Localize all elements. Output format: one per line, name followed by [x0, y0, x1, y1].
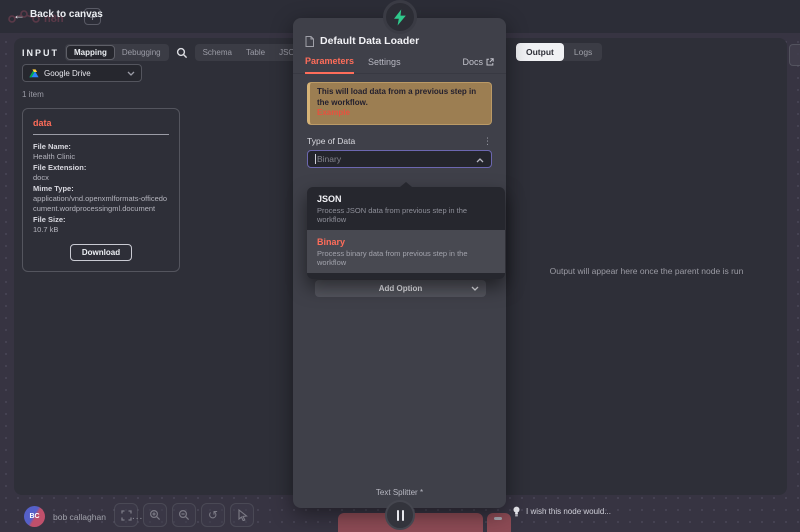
option-name: JSON: [317, 194, 495, 204]
back-to-canvas-label: Back to canvas: [30, 9, 103, 20]
tab-debugging[interactable]: Debugging: [115, 45, 168, 60]
callout-text: This will load data from a previous step…: [317, 87, 476, 107]
back-to-canvas-button[interactable]: ← Back to canvas: [13, 9, 103, 20]
chevron-down-icon: [127, 69, 135, 78]
zoom-in-button[interactable]: [143, 503, 167, 527]
input-panel: INPUT Mapping Debugging Schema Table JSO…: [14, 38, 294, 495]
sub-node-connector[interactable]: [385, 500, 415, 530]
file-field-value: Health Clinic: [33, 152, 169, 162]
input-panel-header: INPUT Mapping Debugging Schema Table JSO…: [14, 38, 294, 61]
zoom-out-button[interactable]: [172, 503, 196, 527]
text-cursor: [315, 154, 316, 164]
dropdown-notch: [400, 182, 412, 187]
option-binary[interactable]: Binary Process binary data from previous…: [307, 230, 505, 273]
file-field-label: File Size:: [33, 215, 169, 225]
bolt-icon: [393, 9, 407, 26]
tab-logs[interactable]: Logs: [564, 43, 602, 61]
pointer-tool-button[interactable]: [230, 503, 254, 527]
output-panel: Output Logs Output will appear here once…: [506, 38, 787, 495]
tab-parameters[interactable]: Parameters: [305, 56, 354, 74]
type-of-data-value: Binary: [317, 154, 341, 164]
option-description: Process binary data from previous step i…: [317, 249, 495, 267]
tab-output[interactable]: Output: [516, 43, 564, 61]
tab-settings[interactable]: Settings: [368, 57, 401, 73]
file-field-value: 10.7 kB: [33, 225, 169, 235]
connector-bar: [402, 510, 404, 521]
items-count: 1 item: [22, 90, 44, 99]
back-arrow-icon: ←: [13, 10, 25, 20]
tab-table[interactable]: Table: [239, 45, 272, 60]
avatar[interactable]: BC: [24, 506, 45, 527]
modal-tabs: Parameters Settings Docs: [293, 47, 506, 74]
user-chip[interactable]: BC bob callaghan ...: [24, 506, 143, 527]
file-field-label: File Name:: [33, 142, 169, 152]
background-node-button: [487, 513, 511, 532]
external-link-icon: [486, 58, 494, 66]
option-description: Process JSON data from previous step in …: [317, 206, 495, 224]
example-link[interactable]: Example: [317, 108, 484, 119]
file-field-label: File Extension:: [33, 163, 169, 173]
sub-node-connector-label: Text Splitter *: [293, 488, 506, 497]
lightbulb-icon: [512, 506, 521, 517]
dash-icon: [494, 517, 502, 520]
add-option-label: Add Option: [379, 284, 423, 293]
chevron-up-icon: [476, 150, 484, 168]
binary-data-card: data File Name: Health Clinic File Exten…: [22, 108, 180, 272]
file-field-value: application/vnd.openxmlformats-officedoc…: [33, 194, 169, 214]
output-empty-message: Output will appear here once the parent …: [519, 265, 775, 277]
output-tabs: Output Logs: [516, 43, 602, 61]
kebab-menu-icon[interactable]: ⋮: [483, 137, 492, 145]
undo-button[interactable]: ↺: [201, 503, 225, 527]
field-label-row: Type of Data ⋮: [307, 136, 492, 146]
user-name: bob callaghan: [53, 512, 106, 522]
file-icon: [305, 36, 314, 47]
node-settings-modal: Default Data Loader Parameters Settings …: [293, 18, 506, 508]
file-field-value: docx: [33, 173, 169, 183]
docs-label: Docs: [462, 57, 483, 67]
tab-schema[interactable]: Schema: [196, 45, 239, 60]
wish-text: I wish this node would...: [526, 507, 611, 516]
file-field-label: Mime Type:: [33, 184, 169, 194]
type-of-data-label: Type of Data: [307, 136, 355, 146]
user-more-menu[interactable]: ...: [132, 511, 143, 522]
download-button[interactable]: Download: [70, 244, 132, 261]
option-name: Binary: [317, 237, 495, 247]
parameters-body: This will load data from a previous step…: [293, 74, 506, 297]
node-feedback[interactable]: I wish this node would...: [512, 506, 611, 517]
node-icon: [383, 0, 417, 34]
info-callout: This will load data from a previous step…: [307, 82, 492, 125]
binary-key: data: [33, 118, 169, 128]
search-icon[interactable]: [176, 47, 188, 59]
option-json[interactable]: JSON Process JSON data from previous ste…: [307, 187, 505, 230]
source-select-value: Google Drive: [44, 69, 91, 78]
tab-mapping[interactable]: Mapping: [66, 45, 115, 60]
collapsed-panel-button[interactable]: [789, 44, 800, 66]
divider: [33, 134, 169, 135]
node-title: Default Data Loader: [320, 35, 419, 47]
input-mode-tabs: Mapping Debugging: [65, 44, 169, 61]
type-of-data-dropdown: JSON Process JSON data from previous ste…: [307, 187, 505, 279]
chevron-down-icon: [471, 284, 479, 293]
type-of-data-select[interactable]: Binary: [307, 150, 492, 168]
docs-link[interactable]: Docs: [462, 57, 494, 73]
input-source-select[interactable]: Google Drive: [22, 64, 142, 82]
google-drive-icon: [29, 69, 39, 78]
add-option-button[interactable]: Add Option: [315, 280, 486, 297]
input-panel-title: INPUT: [22, 48, 59, 58]
connector-bar: [397, 510, 399, 521]
